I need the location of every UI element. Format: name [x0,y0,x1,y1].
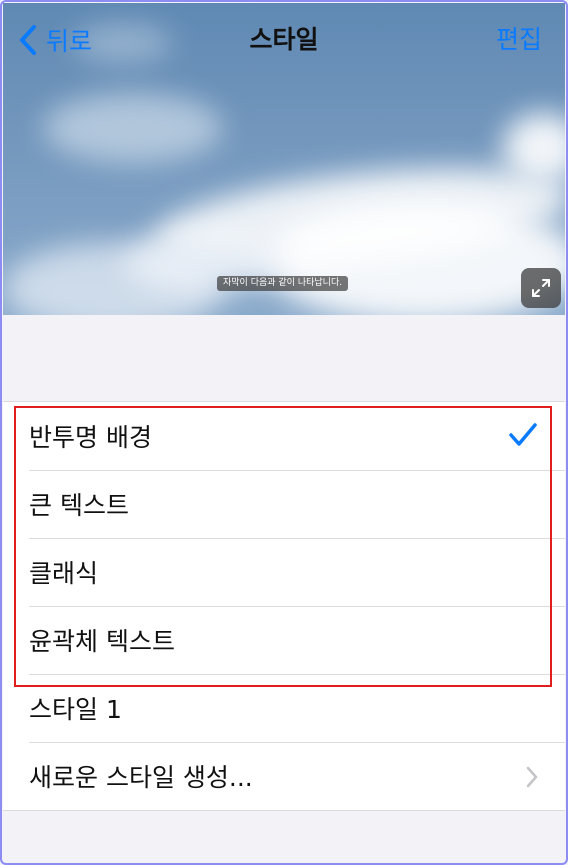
checkmark-icon [509,423,537,446]
chevron-right-icon [526,766,538,788]
page-title: 스타일 [249,25,319,54]
style-label: 반투명 배경 [29,423,152,452]
style-label: 큰 텍스트 [29,491,129,520]
cloud [43,93,223,163]
cloud [263,203,565,315]
style-row-style-1[interactable]: 스타일 1 [3,674,565,742]
caption-sample-text: 자막이 다음과 같이 나타납니다. [217,276,349,291]
style-row-outline-text[interactable]: 윤곽체 텍스트 [3,606,565,674]
expand-icon [532,279,550,297]
style-list: 반투명 배경 큰 텍스트 클래식 윤곽체 텍스트 스타일 1 새로운 스타일 생… [3,401,565,811]
style-row-large-text[interactable]: 큰 텍스트 [3,470,565,538]
style-label: 새로운 스타일 생성... [29,763,253,792]
style-label: 클래식 [29,559,99,588]
style-row-classic[interactable]: 클래식 [3,538,565,606]
create-new-style-row[interactable]: 새로운 스타일 생성... [3,742,565,810]
style-row-transparent-background[interactable]: 반투명 배경 [3,402,565,470]
expand-preview-button[interactable] [521,268,561,308]
edit-button[interactable]: 편집 [496,22,542,58]
style-label: 스타일 1 [29,695,122,724]
style-label: 윤곽체 텍스트 [29,627,175,656]
